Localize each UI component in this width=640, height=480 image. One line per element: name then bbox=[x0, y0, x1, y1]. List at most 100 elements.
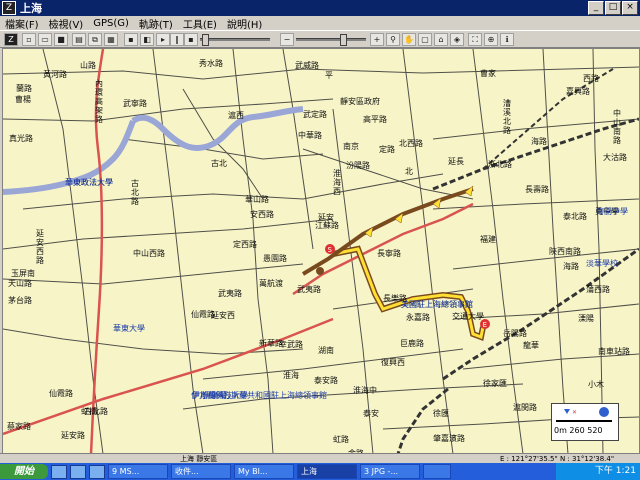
street-label: 蘭路 bbox=[16, 84, 32, 93]
start-button[interactable]: 開始 bbox=[0, 464, 48, 479]
menu-help[interactable]: 說明(H) bbox=[222, 16, 267, 31]
box-icon[interactable]: ▢ bbox=[418, 33, 432, 46]
zoom-out-icon[interactable]: − bbox=[280, 33, 294, 46]
playback-slider[interactable] bbox=[200, 34, 270, 46]
street-label: 南京 bbox=[343, 142, 359, 151]
street-label: 長壽路 bbox=[525, 185, 549, 194]
street-label: 武威路 bbox=[295, 61, 319, 70]
waypoint-icon[interactable]: ◈ bbox=[450, 33, 464, 46]
gps-icon[interactable]: ▪ bbox=[124, 33, 138, 46]
street-label-vertical: 內環高架路 bbox=[95, 79, 103, 124]
street-label: 高平路 bbox=[363, 115, 387, 124]
menu-track[interactable]: 軌跡(T) bbox=[134, 16, 178, 31]
quicklaunch-ie-icon[interactable] bbox=[51, 464, 67, 479]
street-label: 北西路 bbox=[399, 139, 423, 148]
street-label-vertical: 淮海西 bbox=[333, 169, 341, 196]
svg-text:S: S bbox=[328, 246, 333, 254]
street-label: 滬閔路 bbox=[513, 403, 537, 412]
street-label: 蔡家路 bbox=[7, 422, 31, 431]
street-label: 永嘉路 bbox=[406, 313, 430, 322]
street-label: 武寧路 bbox=[123, 99, 147, 108]
street-label: 蒲西路 bbox=[586, 285, 610, 294]
street-label: 山路 bbox=[80, 61, 96, 70]
street-label: 泰安 bbox=[363, 409, 379, 418]
street-label: 定路 bbox=[379, 145, 395, 154]
quicklaunch-desktop-icon[interactable] bbox=[70, 464, 86, 479]
fullscreen-icon[interactable]: ⛶ bbox=[468, 33, 482, 46]
zoom-in-icon[interactable]: + bbox=[370, 33, 384, 46]
quicklaunch-media-icon[interactable] bbox=[89, 464, 105, 479]
pause-icon[interactable]: ‖ bbox=[170, 33, 184, 46]
maximize-button[interactable]: □ bbox=[605, 1, 621, 15]
system-tray: 下午 1:21 bbox=[556, 463, 640, 480]
menu-gps[interactable]: GPS(G) bbox=[88, 18, 134, 29]
info-icon[interactable]: ℹ bbox=[500, 33, 514, 46]
new-icon[interactable]: ▫ bbox=[22, 33, 36, 46]
menu-tools[interactable]: 工具(E) bbox=[178, 16, 222, 31]
street-label: 復興西 bbox=[381, 358, 405, 367]
street-label: 仙霞路 bbox=[49, 389, 73, 398]
street-label: 定西路 bbox=[233, 240, 257, 249]
print-icon[interactable]: ▤ bbox=[72, 33, 86, 46]
paste-icon[interactable]: ▦ bbox=[104, 33, 118, 46]
street-label: 大沽路 bbox=[603, 153, 627, 162]
taskbar-item-jpg[interactable]: 3 JPG -... bbox=[360, 464, 420, 479]
taskbar: 開始 9 MS... 收件... My Bl... 上海 3 JPG -... … bbox=[0, 463, 640, 480]
track-icon[interactable]: ◧ bbox=[140, 33, 154, 46]
street-label: 幸武路 bbox=[279, 340, 303, 349]
close-button[interactable]: × bbox=[622, 1, 638, 15]
search-icon[interactable]: ⚲ bbox=[386, 33, 400, 46]
street-label: 中山西路 bbox=[133, 249, 165, 258]
street-label: 武夷路 bbox=[218, 289, 242, 298]
street-label: 平 bbox=[325, 71, 333, 80]
taskbar-item-shanghai[interactable]: 上海 bbox=[297, 464, 357, 479]
street-label: 中華路 bbox=[298, 131, 322, 140]
street-label: 湖南 bbox=[318, 346, 334, 355]
poi-label: 華東大學 bbox=[113, 324, 145, 333]
open-icon[interactable]: ▭ bbox=[38, 33, 52, 46]
route-icon[interactable]: ⌂ bbox=[434, 33, 448, 46]
menu-view[interactable]: 檢視(V) bbox=[44, 16, 89, 31]
street-label: 北 bbox=[405, 167, 413, 176]
compass-icon bbox=[599, 407, 609, 417]
menu-file[interactable]: 檔案(F) bbox=[0, 16, 44, 31]
street-label: 徐匯 bbox=[433, 409, 449, 418]
scale-labels: 0m 260 520 bbox=[554, 426, 603, 435]
street-label: 淮海 bbox=[283, 371, 299, 380]
save-icon[interactable]: ■ bbox=[54, 33, 68, 46]
street-label: 泰北路 bbox=[563, 212, 587, 221]
street-label-vertical: 延安西路 bbox=[36, 229, 44, 265]
street-label: 曹楊 bbox=[15, 95, 31, 104]
minimize-button[interactable]: _ bbox=[588, 1, 604, 15]
app-logo-icon[interactable]: Z bbox=[4, 33, 18, 46]
street-label: 萬航渡 bbox=[259, 279, 283, 288]
street-label: 肇嘉濱路 bbox=[433, 434, 465, 443]
play-icon[interactable]: ▸ bbox=[156, 33, 170, 46]
street-label: 溧陽 bbox=[578, 314, 594, 323]
taskbar-item-blog[interactable]: My Bl... bbox=[234, 464, 294, 479]
street-label: 延安路 bbox=[61, 431, 85, 440]
street-label: 西路 bbox=[583, 74, 599, 83]
taskbar-item-blank[interactable] bbox=[423, 464, 451, 479]
street-label-vertical: 漕溪北路 bbox=[503, 99, 511, 135]
copy-icon[interactable]: ⧉ bbox=[88, 33, 102, 46]
street-label: 汾陽路 bbox=[346, 161, 370, 170]
street-label: 華山路 bbox=[245, 195, 269, 204]
svg-text:E: E bbox=[483, 321, 487, 329]
taskbar-item-ms[interactable]: 9 MS... bbox=[108, 464, 168, 479]
zoom-slider[interactable] bbox=[296, 34, 366, 46]
street-label: 虹路 bbox=[333, 435, 349, 444]
street-label: 浙北路 bbox=[488, 160, 512, 169]
street-label: 淮海中 bbox=[353, 386, 377, 395]
center-icon[interactable]: ⊕ bbox=[484, 33, 498, 46]
hand-icon[interactable]: ✋ bbox=[402, 33, 416, 46]
poi-label: 美國駐上海總領事館 bbox=[401, 300, 473, 309]
map-canvas[interactable]: S E 秀水路 武寧路 黃河路 山路 蘭路 曹楊 真光路 武威路平靜安區政府 高平路 武定路 滬西中… bbox=[2, 48, 640, 455]
street-label: 海路 bbox=[563, 262, 579, 271]
taskbar-item-inbox[interactable]: 收件... bbox=[171, 464, 231, 479]
start-marker: S bbox=[325, 244, 335, 254]
street-label: 黃河路 bbox=[43, 70, 67, 79]
street-label: 陝西南路 bbox=[549, 247, 581, 256]
river bbox=[131, 106, 304, 151]
stop-icon[interactable]: ▪ bbox=[184, 33, 198, 46]
